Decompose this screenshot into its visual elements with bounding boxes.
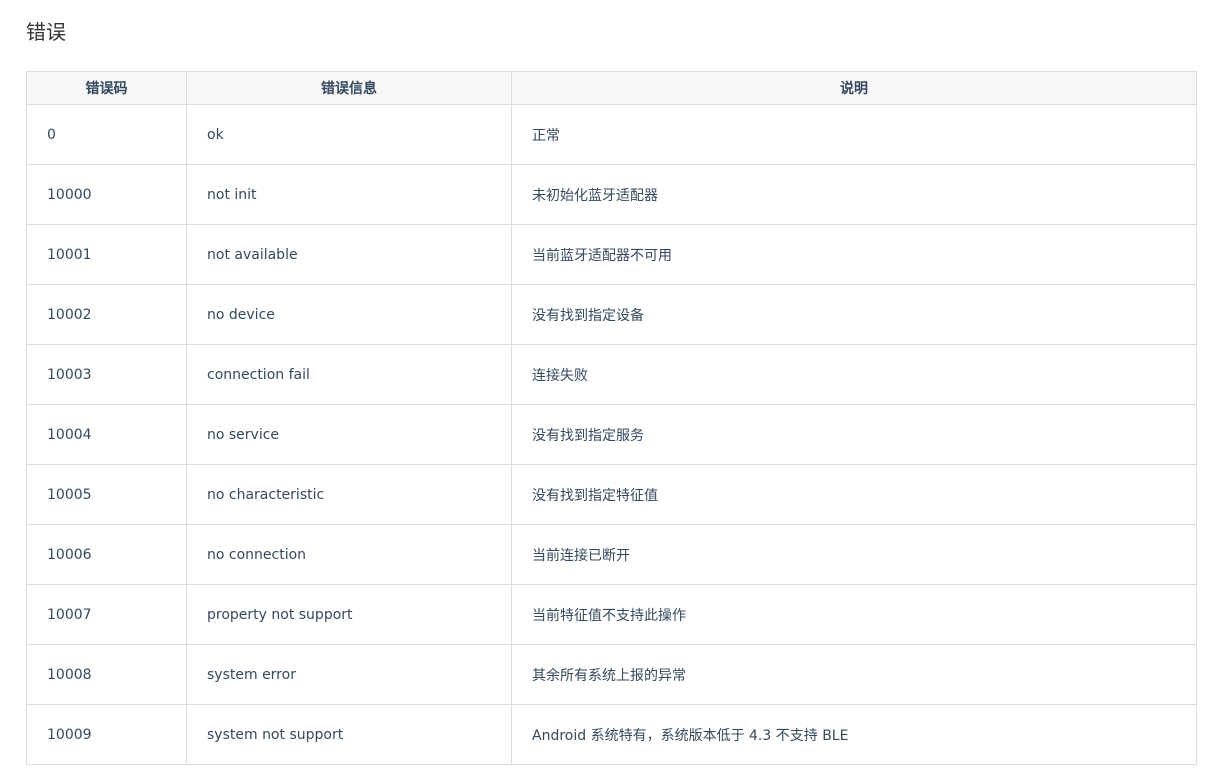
header-description: 说明 <box>511 71 1197 105</box>
cell-error-code: 10001 <box>26 224 187 285</box>
cell-error-message: ok <box>186 104 512 165</box>
cell-description: 没有找到指定服务 <box>511 404 1197 465</box>
cell-description: 正常 <box>511 104 1197 165</box>
cell-error-code: 10004 <box>26 404 187 465</box>
cell-error-message: not init <box>186 164 512 225</box>
cell-error-message: system error <box>186 644 512 705</box>
cell-description: 其余所有系统上报的异常 <box>511 644 1197 705</box>
header-error-message: 错误信息 <box>186 71 512 105</box>
cell-error-message: no characteristic <box>186 464 512 525</box>
cell-description: 当前连接已断开 <box>511 524 1197 585</box>
cell-description: Android 系统特有，系统版本低于 4.3 不支持 BLE <box>511 704 1197 765</box>
cell-description: 没有找到指定特征值 <box>511 464 1197 525</box>
table-header-row: 错误码 错误信息 说明 <box>26 71 1197 105</box>
table-row: 10000 not init 未初始化蓝牙适配器 <box>26 164 1197 225</box>
table-body: 0 ok 正常 10000 not init 未初始化蓝牙适配器 10001 n… <box>26 104 1197 765</box>
cell-error-message: no connection <box>186 524 512 585</box>
table-row: 0 ok 正常 <box>26 104 1197 165</box>
cell-description: 没有找到指定设备 <box>511 284 1197 345</box>
cell-error-message: system not support <box>186 704 512 765</box>
cell-description: 当前特征值不支持此操作 <box>511 584 1197 645</box>
cell-error-code: 10007 <box>26 584 187 645</box>
table-row: 10006 no connection 当前连接已断开 <box>26 524 1197 585</box>
cell-error-message: no device <box>186 284 512 345</box>
table-row: 10005 no characteristic 没有找到指定特征值 <box>26 464 1197 525</box>
cell-error-code: 10006 <box>26 524 187 585</box>
cell-description: 未初始化蓝牙适配器 <box>511 164 1197 225</box>
header-error-code: 错误码 <box>26 71 187 105</box>
cell-description: 连接失败 <box>511 344 1197 405</box>
cell-description: 当前蓝牙适配器不可用 <box>511 224 1197 285</box>
table-row: 10004 no service 没有找到指定服务 <box>26 404 1197 465</box>
section-title: 错误 <box>26 20 66 44</box>
cell-error-code: 10008 <box>26 644 187 705</box>
cell-error-message: not available <box>186 224 512 285</box>
table-row: 10008 system error 其余所有系统上报的异常 <box>26 644 1197 705</box>
table-header: 错误码 错误信息 说明 <box>26 71 1197 105</box>
cell-error-code: 10009 <box>26 704 187 765</box>
cell-error-message: property not support <box>186 584 512 645</box>
table-row: 10009 system not support Android 系统特有，系统… <box>26 704 1197 765</box>
table-row: 10003 connection fail 连接失败 <box>26 344 1197 405</box>
cell-error-code: 10000 <box>26 164 187 225</box>
table-row: 10001 not available 当前蓝牙适配器不可用 <box>26 224 1197 285</box>
table-row: 10007 property not support 当前特征值不支持此操作 <box>26 584 1197 645</box>
cell-error-code: 0 <box>26 104 187 165</box>
cell-error-message: no service <box>186 404 512 465</box>
cell-error-message: connection fail <box>186 344 512 405</box>
error-code-table: 错误码 错误信息 说明 0 ok 正常 10000 not init 未初始化蓝… <box>26 71 1197 765</box>
cell-error-code: 10005 <box>26 464 187 525</box>
cell-error-code: 10002 <box>26 284 187 345</box>
table-row: 10002 no device 没有找到指定设备 <box>26 284 1197 345</box>
cell-error-code: 10003 <box>26 344 187 405</box>
